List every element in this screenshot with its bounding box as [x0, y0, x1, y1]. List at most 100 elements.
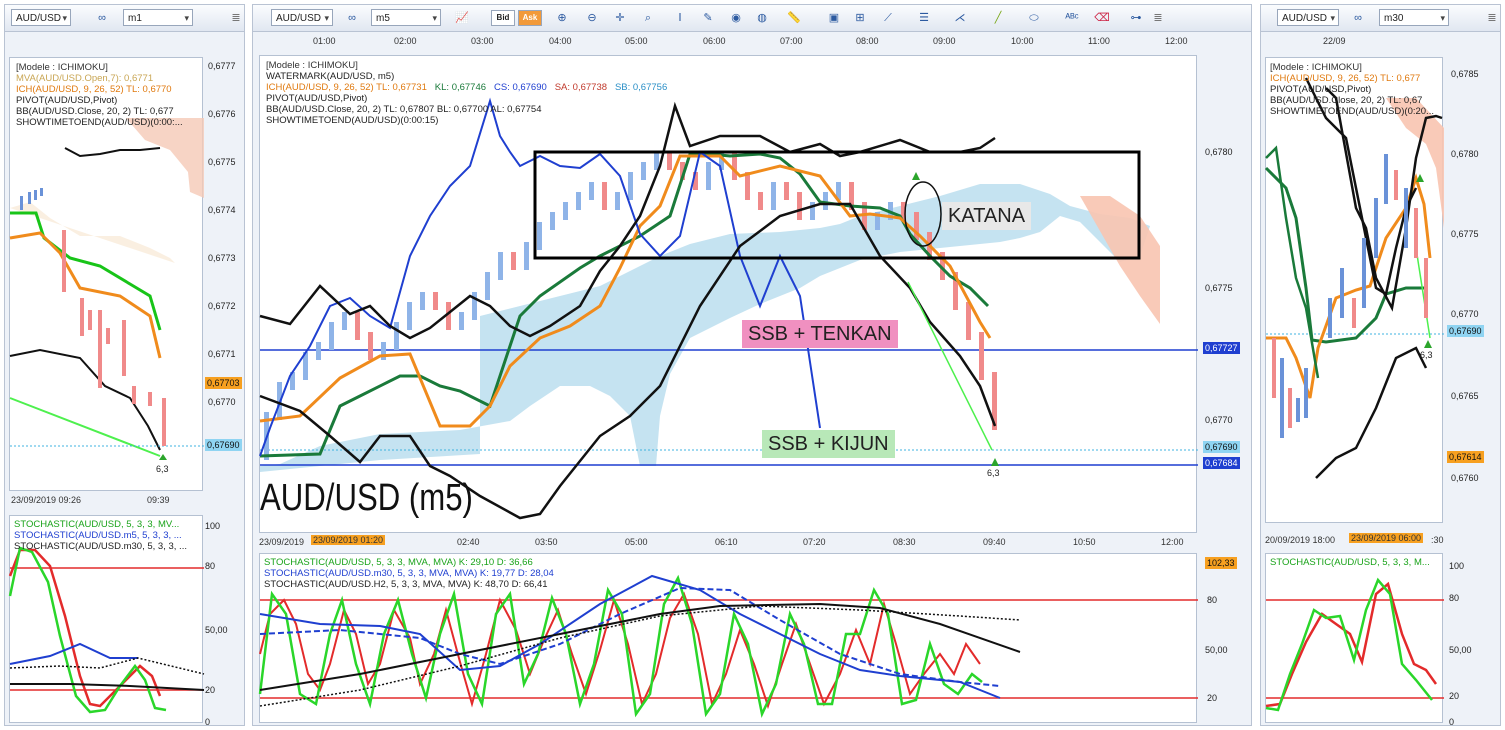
candle: [602, 182, 607, 210]
top-time: 03:00: [471, 36, 494, 46]
y-tick: 0,6771: [208, 349, 236, 359]
top-time: 05:00: [625, 36, 648, 46]
candle: [355, 312, 360, 340]
right-stoch-svg: [1265, 577, 1444, 712]
menu-icon[interactable]: ≣: [1483, 10, 1500, 26]
top-time: 11:00: [1088, 36, 1110, 46]
zoom-out-icon[interactable]: ⊖: [583, 10, 601, 26]
y-tick: 0,6777: [208, 61, 236, 71]
y-tick: 0,6774: [208, 205, 236, 215]
link-icon[interactable]: ∞: [343, 10, 361, 26]
stoch-y-tick: 20: [1449, 691, 1460, 701]
arrow-label: 6,3: [987, 468, 1000, 478]
magnify-icon[interactable]: ⌕: [639, 10, 657, 26]
bottom-time: 03:50: [535, 537, 558, 547]
main-price-plot[interactable]: [Modele : ICHIMOKU] WATERMARK(AUD/USD, m…: [259, 55, 1198, 533]
x-end-label: 09:39: [147, 495, 170, 505]
hline-tool-icon[interactable]: ☰: [915, 10, 933, 26]
y-tick: 0,6773: [208, 253, 236, 263]
legend-ich-line: ICH(AUD/USD, 9, 26, 52) TL: 0,67731 KL: …: [266, 82, 667, 93]
ich-tl: ICH(AUD/USD, 9, 26, 52) TL: 0,67731: [266, 82, 427, 93]
left-symbol-select[interactable]: AUD/USD: [11, 9, 71, 27]
katana-label: KATANA: [942, 202, 1032, 230]
top-time: 07:00: [780, 36, 803, 46]
note-icon[interactable]: ✎: [699, 10, 717, 26]
network-icon[interactable]: ⊶: [1127, 10, 1145, 26]
chart-type-icon[interactable]: 📈: [453, 10, 471, 26]
right-price-plot[interactable]: [Modele : ICHIMOKU] ICH(AUD/USD, 9, 26, …: [1264, 57, 1444, 523]
candle: [706, 162, 711, 190]
legend-line: PIVOT(AUD/USD,Pivot): [1270, 84, 1372, 95]
candle: [485, 272, 490, 300]
right-stoch-legend: STOCHASTIC(AUD/USD, 5, 3, 3, M...: [1270, 557, 1430, 568]
x-highlight-label: 23/09/2019 06:00: [1349, 533, 1424, 543]
image-icon[interactable]: ▣: [825, 10, 843, 26]
y-tick: 0,6772: [208, 301, 236, 311]
bid-button[interactable]: Bid: [491, 10, 515, 26]
candle: [979, 332, 984, 380]
fan-tool-icon[interactable]: ⋌: [951, 10, 969, 26]
candle: [628, 172, 633, 200]
menu-icon[interactable]: ≣: [1149, 10, 1167, 26]
watermark: AUD/USD (m5): [260, 477, 473, 519]
right-stoch-plot[interactable]: STOCHASTIC(AUD/USD, 5, 3, 3, M...: [1265, 553, 1444, 723]
ruler-icon[interactable]: 📏: [785, 10, 803, 26]
candle: [394, 322, 399, 350]
link-icon[interactable]: ∞: [93, 10, 111, 26]
line-tool-icon[interactable]: ⟋: [879, 10, 897, 26]
left-stoch-legend: STOCHASTIC(AUD/USD, 5, 3, 3, MV... STOCH…: [14, 519, 187, 552]
x-start-label: 23/09/2019 09:26: [11, 495, 82, 505]
candle: [511, 252, 516, 270]
top-time: 09:00: [933, 36, 956, 46]
y-tick: 0,6780: [1205, 147, 1233, 157]
ich-sa: SA: 0,67738: [554, 82, 608, 93]
globe-icon[interactable]: ◍: [753, 10, 771, 26]
left-legend: [Modele : ICHIMOKU] MVA(AUD/USD.Open,7):…: [16, 62, 183, 128]
main-price-svg: [259, 97, 1198, 520]
zoom-in-icon[interactable]: ⊕: [553, 10, 571, 26]
stoch-y-tick: 50,00: [1449, 645, 1472, 655]
main-stoch-plot[interactable]: STOCHASTIC(AUD/USD, 5, 3, 3, MVA, MVA) K…: [258, 553, 1198, 723]
legend-line: STOCHASTIC(AUD/USD, 5, 3, 3, M...: [1270, 557, 1430, 568]
left-price-plot[interactable]: [Modele : ICHIMOKU] MVA(AUD/USD.Open,7):…: [9, 57, 204, 491]
stoch-y-tick: 50,00: [1205, 645, 1228, 655]
candle: [615, 192, 620, 210]
stoch-y-tick: 100: [205, 521, 221, 531]
candle: [771, 182, 776, 210]
left-timeframe-select[interactable]: m1: [123, 9, 193, 27]
top-time: 08:00: [856, 36, 879, 46]
top-time: 06:00: [703, 36, 726, 46]
legend-line: WATERMARK(AUD/USD, m5): [266, 71, 395, 82]
crosshair-icon[interactable]: ✛: [611, 10, 629, 26]
link-icon[interactable]: ∞: [1349, 10, 1367, 26]
ask-button[interactable]: Ask: [518, 10, 542, 26]
indicator-icon[interactable]: Ⅰ: [671, 10, 689, 26]
y-tick: 0,6770: [1451, 309, 1479, 319]
legend-line: STOCHASTIC(AUD/USD, 5, 3, 3, MVA, MVA) K…: [264, 557, 533, 568]
y-tick: 0,6765: [1451, 391, 1479, 401]
ssb-tenkan-label: SSB + TENKAN: [742, 320, 898, 348]
pen-tool-icon[interactable]: ╱: [989, 10, 1007, 26]
legend-line: STOCHASTIC(AUD/USD, 5, 3, 3, MV...: [14, 519, 180, 530]
ellipse-tool-icon[interactable]: ⬭: [1025, 10, 1043, 26]
eye-icon[interactable]: ◉: [727, 10, 745, 26]
candle: [368, 332, 373, 360]
template-icon[interactable]: ⊞: [851, 10, 869, 26]
legend-line: STOCHASTIC(AUD/USD.m30, 5, 3, 3, MVA, MV…: [264, 568, 554, 579]
left-stoch-plot[interactable]: STOCHASTIC(AUD/USD, 5, 3, 3, MV... STOCH…: [8, 515, 205, 723]
right-timeframe-select[interactable]: m30: [1379, 9, 1449, 27]
menu-icon[interactable]: ≣: [227, 10, 244, 26]
main-symbol-select[interactable]: AUD/USD: [271, 9, 333, 27]
main-timeframe-select[interactable]: m5: [371, 9, 441, 27]
text-tool-icon[interactable]: ᴬᴮᶜ: [1063, 10, 1081, 26]
eraser-icon[interactable]: ⌫: [1093, 10, 1111, 26]
right-symbol-select[interactable]: AUD/USD: [1277, 9, 1339, 27]
candle: [563, 202, 568, 220]
candle: [576, 192, 581, 210]
legend-line: BB(AUD/USD.Close, 20, 2) TL: 0,677: [16, 106, 174, 117]
stoch-y-tick: 50,00: [205, 625, 228, 635]
main-toolbar: AUD/USD ∞ m5 📈 Bid Ask ⊕ ⊖ ✛ ⌕ Ⅰ ✎ ◉ ◍ 📏…: [253, 5, 1251, 32]
legend-line: [Modele : ICHIMOKU]: [266, 60, 358, 71]
current-price-tag: 0,67690: [205, 439, 242, 451]
candle: [667, 152, 672, 170]
